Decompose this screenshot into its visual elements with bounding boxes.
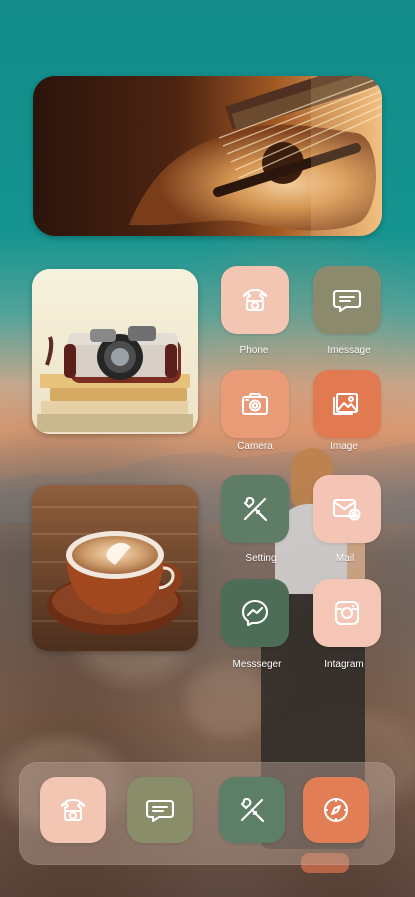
instagram-app-button[interactable] [313, 579, 381, 647]
imessage-app-button[interactable] [313, 266, 381, 334]
camera-icon [241, 392, 269, 416]
setting-label: Setting [245, 553, 277, 564]
image-icon [332, 392, 359, 416]
mail-app-button[interactable] [313, 475, 381, 543]
coffee-photo-widget[interactable] [32, 485, 198, 651]
camera-label: Camera [237, 441, 273, 452]
setting-app-button[interactable] [221, 475, 289, 543]
dock-imessage-button[interactable] [127, 777, 193, 843]
phone-label: Phone [239, 345, 269, 356]
camera-app-button[interactable] [221, 370, 289, 438]
instagram-label: Intagram [324, 659, 364, 670]
message-icon [332, 289, 362, 313]
dock [19, 762, 395, 865]
messenger-label: Messseger [232, 659, 282, 670]
phone-icon [242, 288, 268, 312]
instagram-icon [334, 600, 360, 626]
tools-icon [240, 797, 265, 823]
dock-safari-button[interactable] [303, 777, 369, 843]
phone-app-button[interactable] [221, 266, 289, 334]
image-app-button[interactable] [313, 370, 381, 438]
messenger-app-button[interactable] [221, 579, 289, 647]
messenger-icon [241, 599, 269, 627]
guitar-photo-icon [33, 76, 382, 236]
dock-phone-button[interactable] [40, 777, 106, 843]
vintage-camera-photo-icon [32, 269, 198, 434]
camera-photo-widget[interactable] [32, 269, 198, 434]
tools-icon [243, 496, 268, 522]
guitar-photo-widget[interactable] [33, 76, 382, 236]
message-icon [145, 799, 175, 823]
dock-setting-button[interactable] [219, 777, 285, 843]
mail-label: Mail [335, 553, 355, 564]
imessage-label: Imessage [327, 345, 371, 356]
image-label: Image [330, 441, 358, 452]
coffee-photo-icon [32, 485, 198, 651]
compass-icon [323, 797, 349, 823]
mail-icon [332, 498, 361, 521]
phone-icon [60, 798, 86, 822]
